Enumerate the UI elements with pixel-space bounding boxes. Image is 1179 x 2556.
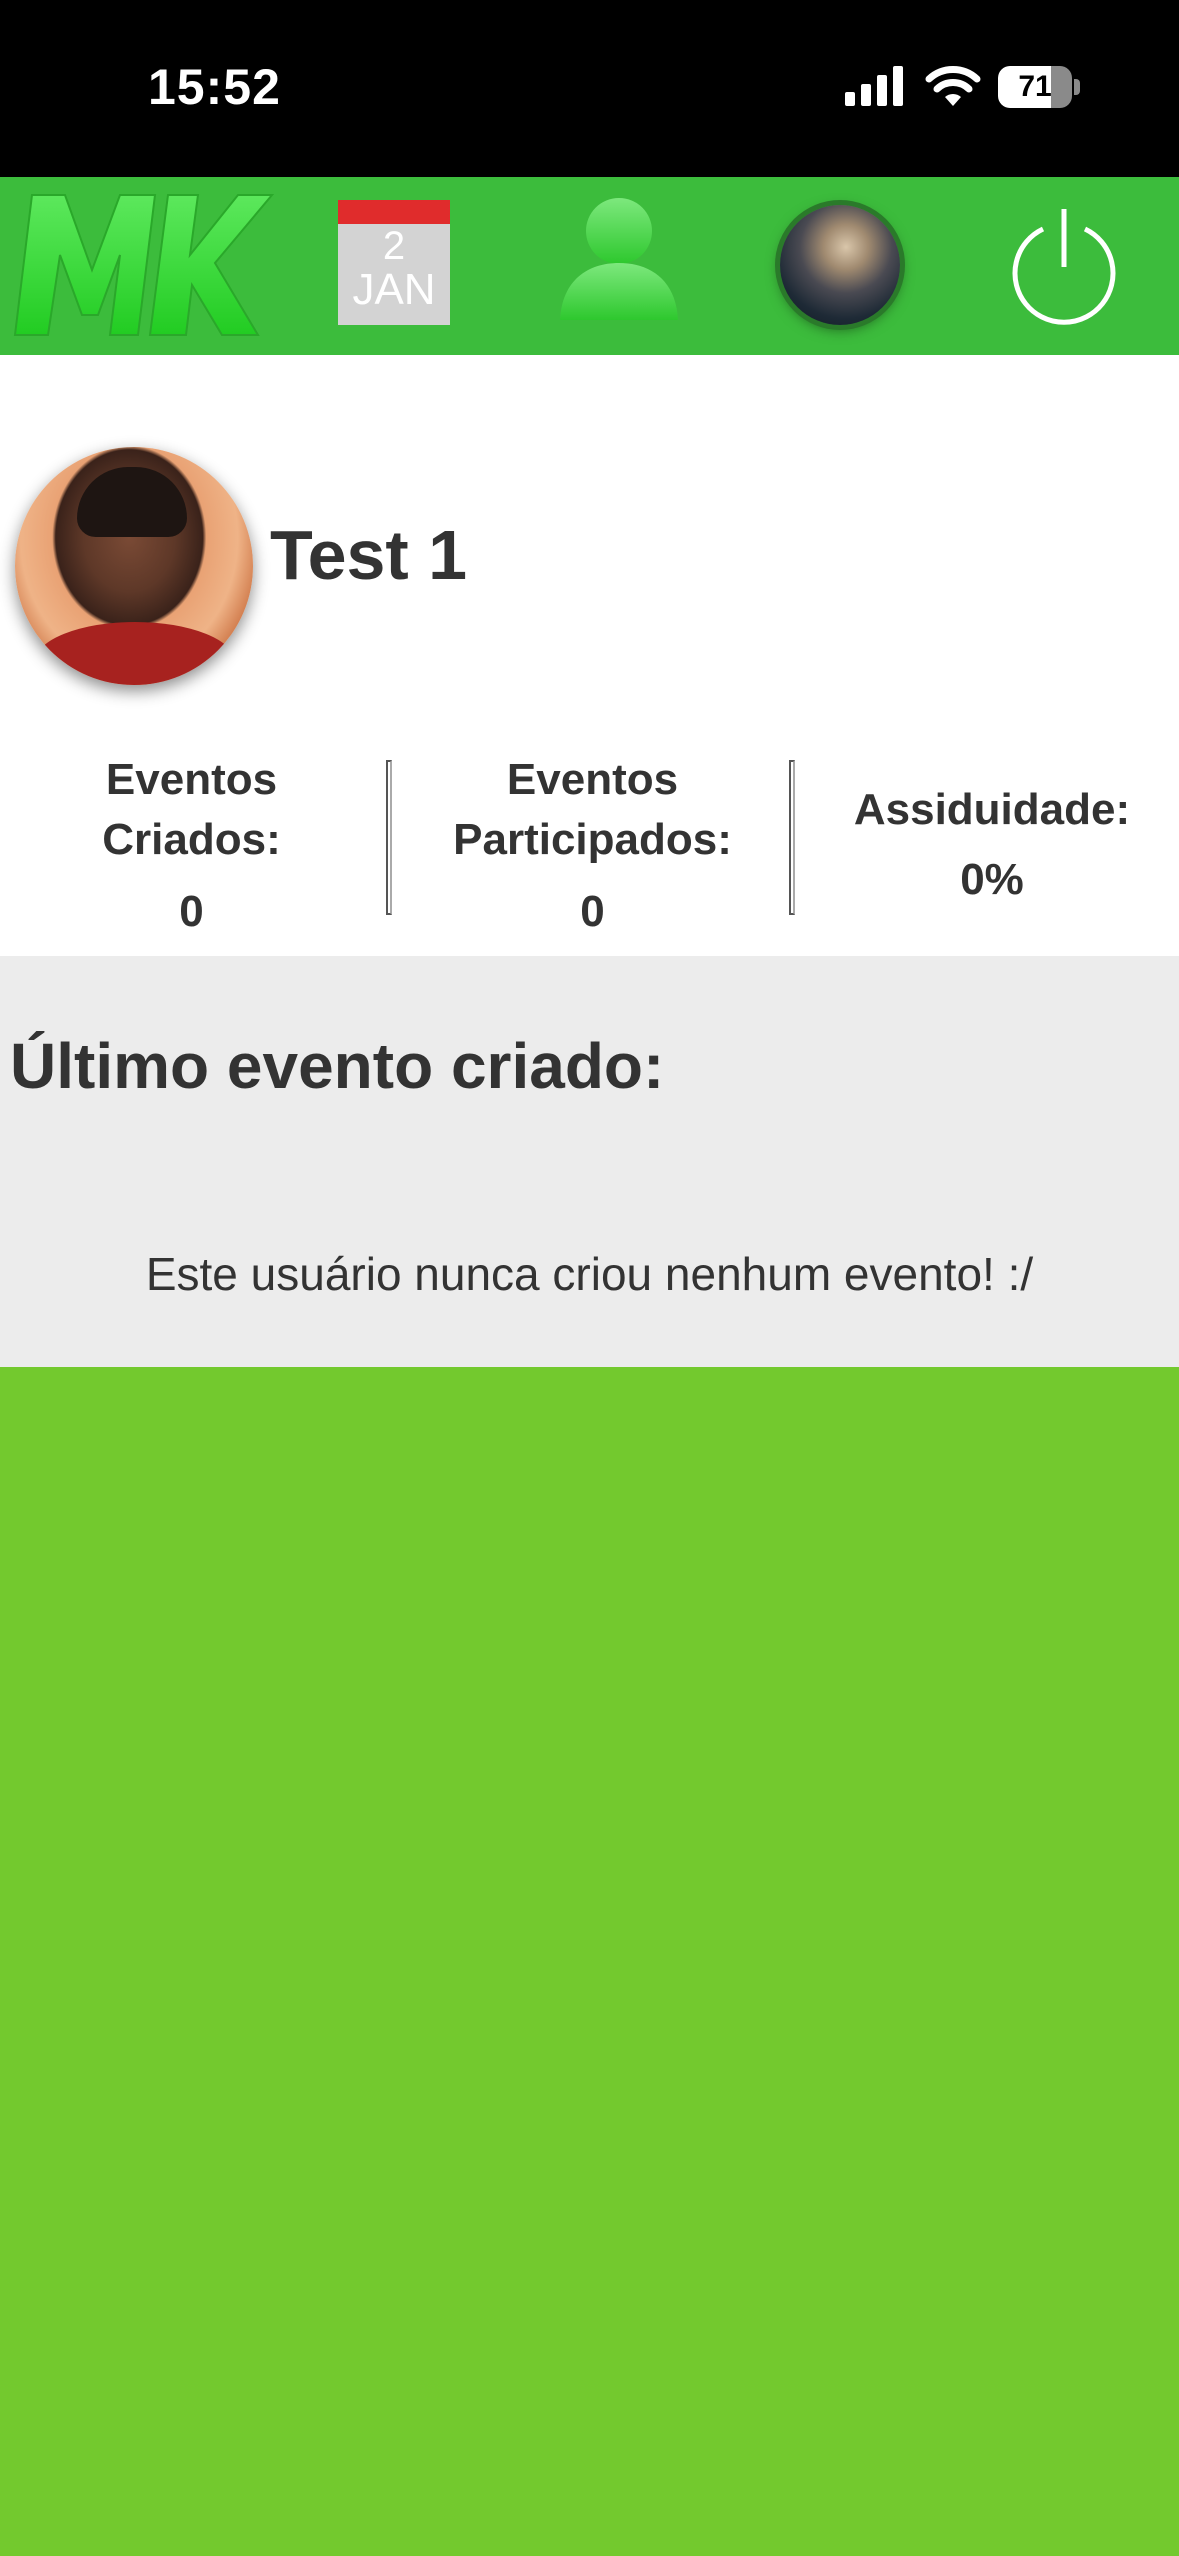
battery-icon: 71 (998, 66, 1080, 108)
profile-name: Test 1 (270, 516, 468, 594)
stat-label: Eventos Criados: (102, 755, 281, 864)
calendar-icon[interactable]: 2 JAN (338, 200, 450, 325)
avatar[interactable] (780, 205, 900, 325)
mk-logo[interactable] (10, 185, 275, 345)
app-navbar: 2 JAN (0, 177, 1179, 355)
status-time: 15:52 (148, 59, 281, 115)
stat-eventos-criados: Eventos Criados: 0 (30, 750, 353, 942)
last-event-section: Último evento criado: Este usuário nunca… (0, 956, 1179, 1367)
stat-value: 0 (580, 887, 605, 936)
stat-label: Eventos Participados: (453, 755, 732, 864)
stat-assiduidade: Assiduidade: 0% (822, 780, 1162, 910)
stat-value: 0% (960, 855, 1024, 904)
signal-icon (845, 66, 903, 106)
calendar-month: JAN (352, 265, 436, 314)
stat-divider (789, 760, 795, 915)
wifi-icon (925, 66, 981, 106)
profile-photo (15, 447, 253, 685)
stat-value: 0 (179, 887, 204, 936)
stat-label: Assiduidade: (853, 785, 1131, 834)
stat-divider (386, 760, 392, 915)
stats-row: Eventos Criados: 0 Eventos Participados:… (0, 750, 1179, 950)
user-icon[interactable] (558, 195, 680, 320)
last-event-empty-message: Este usuário nunca criou nenhum evento! … (145, 1248, 1034, 1300)
status-bar: 15:52 71 (0, 0, 1179, 177)
last-event-title: Último evento criado: (10, 1030, 665, 1102)
profile-section: Test 1 Eventos Criados: 0 Eventos Partic… (0, 355, 1179, 956)
battery-level: 71 (1018, 70, 1052, 103)
stat-eventos-participados: Eventos Participados: 0 (420, 750, 765, 942)
power-icon[interactable] (1005, 207, 1123, 325)
calendar-day: 2 (382, 224, 406, 268)
